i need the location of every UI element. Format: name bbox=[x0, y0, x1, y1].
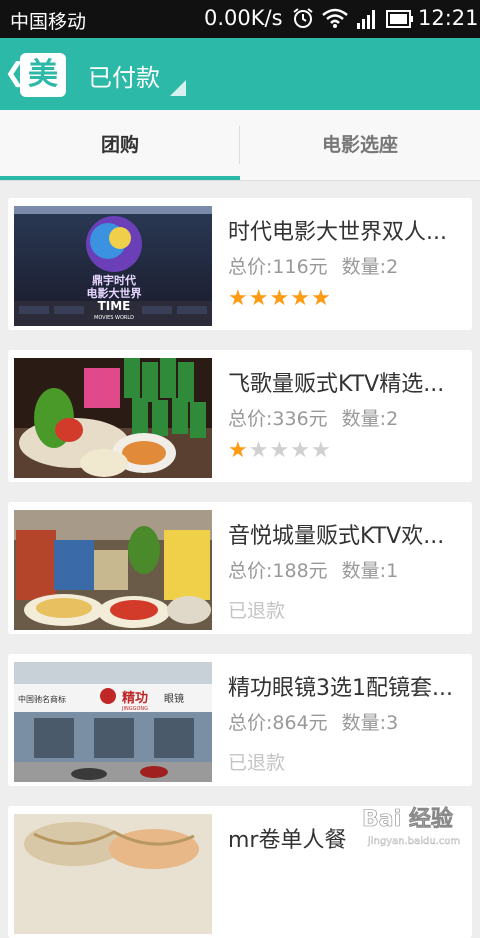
order-meta: 总价:864元 数量:3 bbox=[228, 708, 398, 735]
order-card[interactable]: 飞歌量贩式KTV精选... 总价:336元 数量:2 ★★★★★ bbox=[8, 350, 472, 482]
refund-status: 已退款 bbox=[228, 600, 286, 622]
wifi-icon bbox=[322, 8, 348, 32]
order-meta: 总价:116元 数量:2 bbox=[228, 252, 398, 279]
order-quantity: 数量:2 bbox=[341, 256, 399, 278]
order-title: 飞歌量贩式KTV精选... bbox=[228, 372, 445, 397]
watermark-subtext: jingyan.baidu.com bbox=[367, 836, 460, 847]
order-total: 总价:864元 bbox=[228, 712, 328, 734]
order-thumbnail bbox=[14, 510, 212, 630]
shop-sign-1: 中国驰名商标 bbox=[18, 694, 66, 704]
order-title: 音悦城量贩式KTV欢... bbox=[228, 524, 445, 549]
star-icon: ★ bbox=[290, 286, 311, 311]
tab-movie-seat[interactable]: 电影选座 bbox=[240, 110, 480, 180]
order-thumbnail: 鼎宇时代 电影大世界 TIME MOVIES WORLD bbox=[14, 206, 212, 326]
rating-stars: ★★★★★ bbox=[228, 286, 332, 311]
dropdown-icon[interactable] bbox=[170, 80, 186, 96]
cinema-logo-line4: MOVIES WORLD bbox=[94, 315, 134, 321]
shop-sign-3: JINGGONG bbox=[121, 706, 148, 712]
order-card[interactable]: 中国驰名商标 精功 JINGGONG 眼镜 精功眼镜3选1配镜套... 总价:8… bbox=[8, 654, 472, 786]
rating-stars: ★★★★★ bbox=[228, 438, 332, 463]
clock-time: 12:21 bbox=[418, 6, 479, 30]
star-icon: ★ bbox=[228, 286, 249, 311]
cinema-logo-line3: TIME bbox=[98, 299, 131, 313]
tab-group-buy[interactable]: 团购 bbox=[0, 110, 240, 180]
order-quantity: 数量:3 bbox=[341, 712, 399, 734]
tab-bar-border bbox=[0, 180, 480, 181]
order-quantity: 数量:1 bbox=[341, 560, 399, 582]
order-thumbnail: 中国驰名商标 精功 JINGGONG 眼镜 bbox=[14, 662, 212, 782]
action-bar bbox=[0, 38, 480, 110]
tab-divider bbox=[239, 126, 240, 164]
star-icon: ★ bbox=[248, 286, 270, 311]
alarm-icon bbox=[292, 7, 314, 33]
status-bar: 中国移动 0.00K/s 12:21 bbox=[0, 0, 480, 38]
star-icon: ★ bbox=[290, 438, 311, 463]
order-title: 精功眼镜3选1配镜套... bbox=[228, 676, 453, 701]
page-title[interactable]: 已付款 bbox=[88, 58, 160, 93]
order-meta: 总价:336元 数量:2 bbox=[228, 404, 398, 431]
app-logo[interactable]: 美 bbox=[20, 53, 66, 97]
star-icon: ★ bbox=[269, 438, 291, 463]
carrier-name: 中国移动 bbox=[10, 11, 87, 33]
order-card[interactable]: 鼎宇时代 电影大世界 TIME MOVIES WORLD 时代电影大世界双人..… bbox=[8, 198, 472, 330]
order-quantity: 数量:2 bbox=[341, 408, 399, 430]
baidu-jingyan-watermark: Bai 经验 jingyan.baidu.com bbox=[358, 796, 478, 852]
star-icon: ★ bbox=[248, 438, 270, 463]
star-icon: ★ bbox=[310, 438, 332, 463]
order-total: 总价:188元 bbox=[228, 560, 328, 582]
star-icon: ★ bbox=[228, 438, 249, 463]
order-meta: 总价:188元 数量:1 bbox=[228, 556, 398, 583]
star-icon: ★ bbox=[269, 286, 291, 311]
network-speed: 0.00K/s bbox=[204, 6, 283, 30]
order-total: 总价:116元 bbox=[228, 256, 328, 278]
order-thumbnail bbox=[14, 358, 212, 478]
order-card[interactable]: 音悦城量贩式KTV欢... 总价:188元 数量:1 已退款 bbox=[8, 502, 472, 634]
order-thumbnail bbox=[14, 814, 212, 934]
watermark-text: Bai 经验 bbox=[362, 806, 453, 832]
shop-sign-2: 精功 bbox=[122, 690, 148, 706]
signal-icon bbox=[356, 9, 378, 33]
order-total: 总价:336元 bbox=[228, 408, 328, 430]
shop-sign-4: 眼镜 bbox=[164, 692, 184, 705]
cinema-logo-line1: 鼎宇时代 bbox=[92, 273, 136, 287]
battery-icon bbox=[386, 10, 414, 32]
order-title: 时代电影大世界双人... bbox=[228, 220, 447, 245]
cinema-logo-line2: 电影大世界 bbox=[87, 286, 142, 300]
tab-bar: 团购 电影选座 bbox=[0, 110, 480, 180]
refund-status: 已退款 bbox=[228, 752, 286, 774]
star-icon: ★ bbox=[310, 286, 332, 311]
